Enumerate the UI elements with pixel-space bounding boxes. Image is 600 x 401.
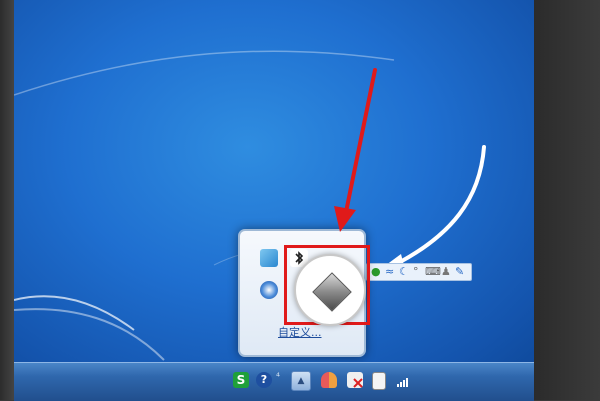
show-hidden-icons-button[interactable]: ▲ — [291, 371, 311, 391]
network-error-icon[interactable] — [347, 372, 363, 388]
red-annotation-arrow — [334, 68, 377, 232]
signal-bars-icon[interactable] — [397, 372, 411, 388]
taskbar — [14, 362, 534, 401]
user-accounts-icon[interactable] — [321, 372, 337, 388]
help-icon[interactable]: ? — [256, 372, 272, 388]
network-connection-icon[interactable]: ⁴ — [276, 372, 286, 388]
battery-power-icon[interactable] — [372, 372, 386, 390]
sogou-input-icon[interactable]: S — [233, 372, 249, 388]
